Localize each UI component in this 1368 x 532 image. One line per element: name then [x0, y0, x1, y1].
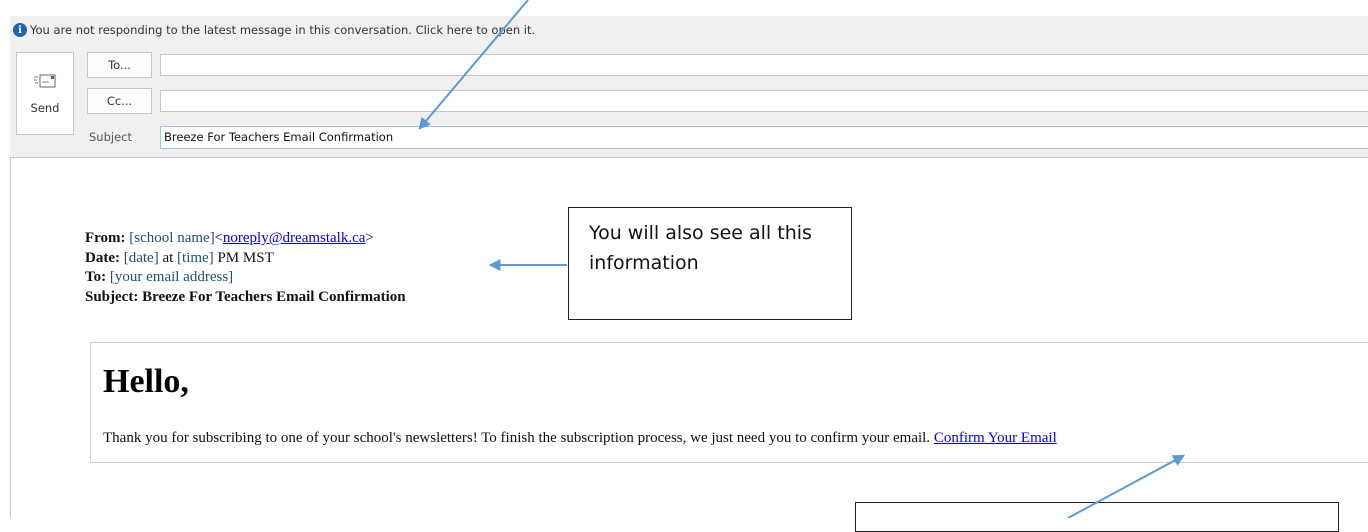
arrow-to-confirm-link	[1067, 454, 1186, 518]
arrow-to-subject	[418, 0, 529, 130]
annotation-arrows	[418, 0, 1186, 518]
